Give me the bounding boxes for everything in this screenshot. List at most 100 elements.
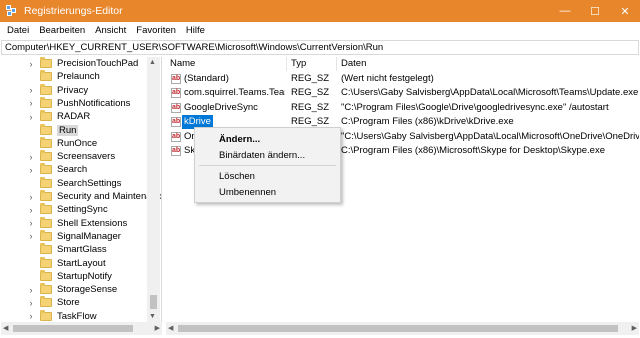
column-header-name[interactable]: Name	[166, 57, 287, 71]
context-menu-modify-binary[interactable]: Binärdaten ändern...	[219, 150, 305, 161]
tree-item-label: Shell Extensions	[57, 217, 128, 229]
expand-chevron-icon[interactable]: ›	[26, 165, 36, 175]
close-button[interactable]: ✕	[610, 0, 640, 22]
context-menu-modify[interactable]: Ändern...	[219, 134, 260, 145]
menu-view[interactable]: Ansicht	[90, 25, 131, 36]
tree-item[interactable]: › Screensavers	[1, 150, 115, 163]
tree-item[interactable]: › Shell Extensions	[1, 216, 128, 230]
value-row[interactable]: ab (Standard) REG_SZ (Wert nicht festgelegt…	[166, 72, 639, 86]
expand-chevron-icon[interactable]: ›	[26, 85, 36, 95]
expand-chevron-icon[interactable]: ›	[26, 311, 36, 321]
folder-icon	[40, 150, 52, 162]
menu-help[interactable]: Hilfe	[181, 25, 210, 36]
tree-item-label: StartupNotify	[57, 270, 112, 282]
folder-icon	[40, 229, 52, 241]
tree-vertical-scrollbar[interactable]: ▲ ▼	[147, 57, 160, 322]
menu-bar: Datei Bearbeiten Ansicht Favoriten Hilfe	[0, 22, 640, 39]
expand-chevron-icon[interactable]: ›	[26, 205, 36, 215]
folder-icon	[40, 256, 52, 268]
tree-item-label: Security and Maintenanc	[57, 191, 162, 202]
tree-item[interactable]: › Security and Maintenanc	[1, 190, 162, 203]
expand-chevron-icon[interactable]: ›	[26, 192, 36, 202]
value-name: GoogleDriveSync	[184, 101, 258, 113]
folder-icon	[40, 136, 52, 148]
tree-item[interactable]: › Privacy	[1, 83, 88, 97]
tree-item[interactable]: › PushNotifications	[1, 96, 131, 110]
menu-edit[interactable]: Bearbeiten	[34, 25, 90, 36]
address-bar[interactable]: Computer\HKEY_CURRENT_USER\SOFTWARE\Micr…	[1, 40, 639, 55]
tree-item[interactable]: SmartGlass	[1, 243, 107, 256]
scroll-left-arrow-icon[interactable]: ◀	[3, 324, 8, 332]
value-row[interactable]: ab GoogleDriveSync REG_SZ "C:\Program Files…	[166, 101, 639, 115]
context-menu-rename[interactable]: Umbenennen	[219, 187, 276, 198]
tree-item[interactable]: StartupNotify	[1, 269, 112, 283]
tree-item-label: Prelaunch	[57, 71, 100, 83]
value-data: "C:\Program Files\Google\Drive\googledri…	[341, 101, 609, 113]
tree-item[interactable]: › SignalManager	[1, 229, 121, 243]
tree-item-label: PrecisionTouchPad	[57, 58, 139, 69]
tree-item-label: Store	[57, 297, 80, 309]
folder-icon	[40, 309, 52, 321]
scroll-right-arrow-icon[interactable]: ▶	[632, 324, 637, 332]
scroll-thumb[interactable]	[150, 295, 157, 309]
string-value-icon: ab	[171, 88, 181, 99]
scroll-thumb[interactable]	[13, 325, 133, 332]
expand-chevron-icon[interactable]: ›	[26, 152, 36, 162]
column-header-type[interactable]: Typ	[287, 57, 337, 71]
tree-item-label: Search	[57, 164, 88, 176]
folder-icon	[40, 163, 52, 175]
values-horizontal-scrollbar[interactable]: ◀ ▶	[166, 322, 639, 335]
minimize-button[interactable]: —	[550, 0, 580, 22]
value-data: "C:\Users\Gaby Salvisberg\AppData\Local\…	[341, 130, 639, 142]
expand-chevron-icon[interactable]: ›	[26, 112, 36, 122]
expand-chevron-icon[interactable]: ›	[26, 59, 36, 69]
tree-item-label: PushNotifications	[57, 97, 131, 109]
tree-horizontal-scrollbar[interactable]: ◀ ▶	[1, 322, 162, 335]
context-menu-delete[interactable]: Löschen	[219, 171, 255, 182]
folder-icon	[40, 190, 52, 201]
folder-icon	[40, 283, 52, 295]
maximize-button[interactable]: ☐	[580, 0, 610, 22]
expand-chevron-icon[interactable]: ›	[26, 218, 36, 228]
scroll-left-arrow-icon[interactable]: ◀	[168, 324, 173, 332]
tree-item-label: RunOnce	[57, 137, 98, 149]
scroll-right-arrow-icon[interactable]: ▶	[155, 324, 160, 332]
string-value-icon: ab	[171, 74, 181, 84]
tree-item[interactable]: SearchSettings	[1, 176, 121, 190]
scroll-up-arrow-icon[interactable]: ▲	[149, 59, 156, 66]
value-type: REG_SZ	[291, 101, 330, 113]
expand-chevron-icon[interactable]: ›	[26, 298, 36, 308]
value-data: C:\Users\Gaby Salvisberg\AppData\Local\M…	[341, 87, 639, 99]
menu-favorites[interactable]: Favoriten	[131, 25, 181, 36]
menu-separator	[199, 165, 336, 166]
tree-item[interactable]: › Search	[1, 163, 87, 176]
value-row[interactable]: abcom.squirrel.Teams.Teams REG_SZ C:\Users…	[166, 86, 639, 100]
tree-item-label: SettingSync	[57, 204, 108, 216]
tree-item[interactable]: › Store	[1, 296, 80, 309]
tree-item[interactable]: › RADAR	[1, 110, 90, 123]
tree-item[interactable]: Prelaunch	[1, 70, 100, 83]
tree-item-label: Screensavers	[57, 151, 116, 163]
expand-chevron-icon[interactable]: ›	[26, 98, 36, 108]
tree-item[interactable]: Run	[1, 123, 79, 137]
value-name: com.squirrel.Teams.Teams	[184, 87, 285, 99]
folder-icon	[40, 96, 52, 108]
window-title: Registrierungs-Editor	[24, 5, 123, 17]
menu-file[interactable]: Datei	[2, 25, 34, 36]
tree-item[interactable]: RunOnce	[1, 136, 98, 150]
tree-item[interactable]: › PrecisionTouchPad	[1, 57, 138, 70]
scroll-thumb[interactable]	[178, 325, 618, 332]
value-type: REG_SZ	[291, 73, 330, 84]
tree-item[interactable]: StartLayout	[1, 256, 106, 270]
value-data: (Wert nicht festgelegt)	[341, 73, 434, 84]
tree-item[interactable]: › SettingSync	[1, 203, 108, 216]
tree-item[interactable]: › TaskFlow	[1, 309, 97, 322]
expand-chevron-icon[interactable]: ›	[26, 285, 36, 295]
tree-item[interactable]: › StorageSense	[1, 283, 117, 296]
column-header-data[interactable]: Daten	[337, 57, 639, 71]
tree-item-label: TaskFlow	[57, 310, 97, 322]
folder-icon	[40, 123, 52, 135]
tree-item-label: StorageSense	[57, 284, 118, 296]
expand-chevron-icon[interactable]: ›	[26, 231, 36, 241]
scroll-down-arrow-icon[interactable]: ▼	[149, 313, 156, 320]
